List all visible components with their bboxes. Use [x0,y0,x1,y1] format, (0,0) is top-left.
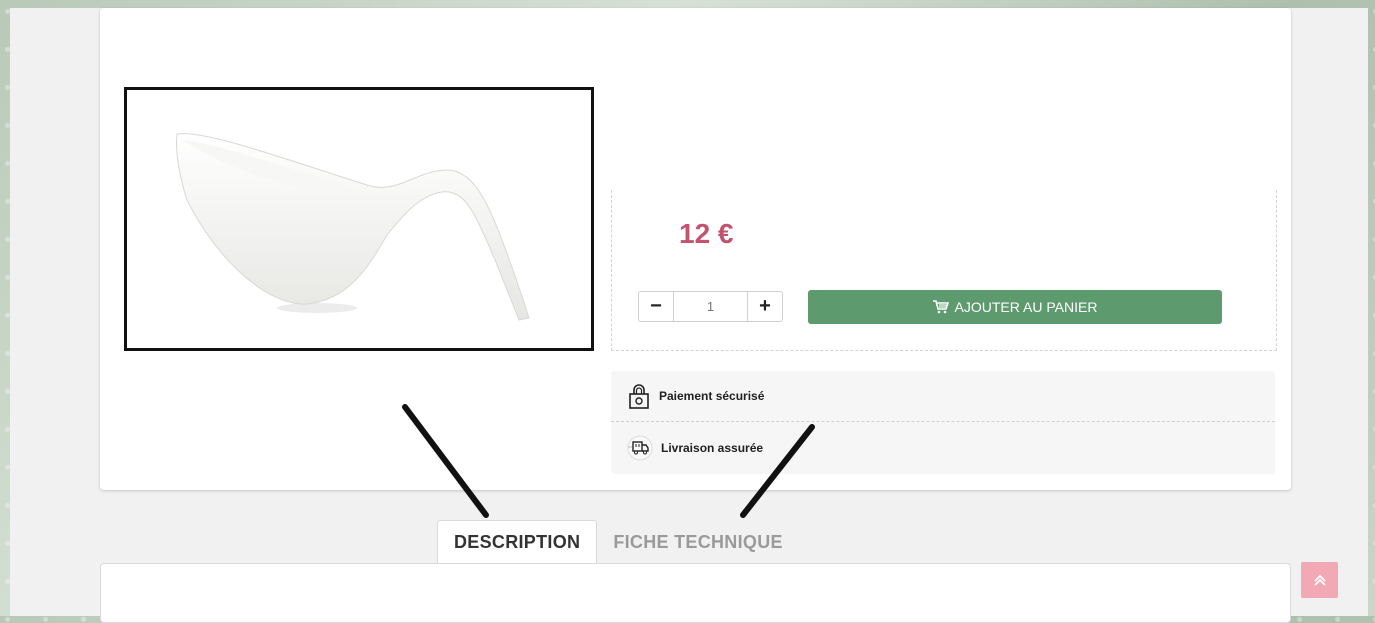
scroll-to-top-button[interactable] [1301,562,1338,598]
delivery-truck-icon [627,435,653,460]
cart-icon [932,300,949,314]
tab-description[interactable]: DESCRIPTION [437,520,598,564]
reassurance-item-secure-payment: Paiement sécurisé [611,371,1275,422]
quantity-stepper: − 1 + [638,291,783,322]
reassurance-label: Paiement sécurisé [659,389,765,403]
tab-content-panel [100,563,1291,623]
quantity-input[interactable]: 1 [674,292,747,321]
double-chevron-up-icon [1313,574,1326,586]
tab-fiche-technique[interactable]: FICHE TECHNIQUE [597,520,799,564]
reassurance-block: Paiement sécurisé Livraison assurée [611,371,1275,474]
product-tabs: DESCRIPTION FICHE TECHNIQUE [437,520,799,564]
reassurance-label: Livraison assurée [661,440,764,455]
quantity-decrease-button[interactable]: − [639,292,674,321]
lock-icon [629,384,649,409]
reassurance-item-delivery: Livraison assurée [611,422,1275,473]
quantity-increase-button[interactable]: + [747,292,782,321]
product-price: 12 € [679,218,734,249]
product-image[interactable] [124,87,594,351]
add-to-cart-button[interactable]: AJOUTER AU PANIER [808,290,1222,324]
add-to-cart-label: AJOUTER AU PANIER [954,299,1098,315]
buy-box [611,190,1277,351]
bowl-image [176,133,530,321]
